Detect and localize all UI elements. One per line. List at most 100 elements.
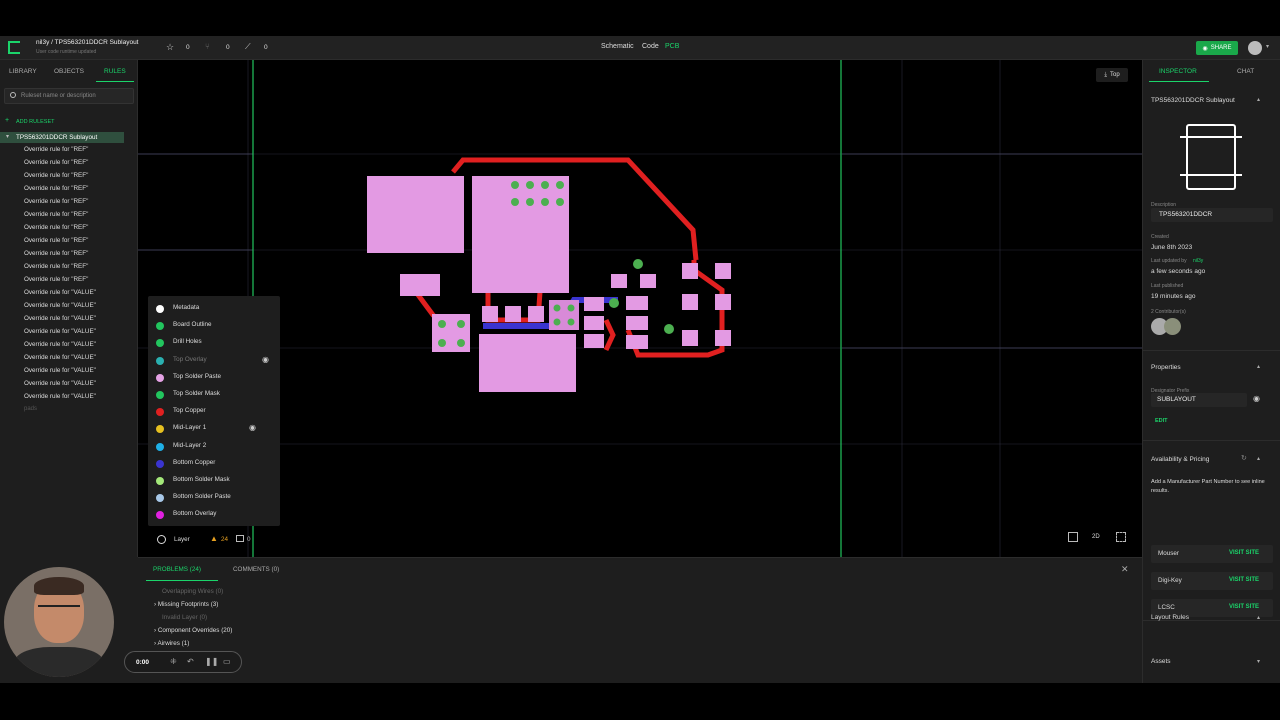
pad-r1-b[interactable] bbox=[715, 263, 731, 279]
pad-small-left[interactable] bbox=[400, 274, 440, 296]
pad-c1-a[interactable] bbox=[682, 330, 698, 346]
layer-row[interactable]: Mid-Layer 1 ◉ bbox=[148, 420, 280, 437]
tab-comments[interactable]: COMMENTS (0) bbox=[233, 566, 279, 573]
mode-2d-button[interactable]: 2D bbox=[1092, 534, 1100, 540]
rule-item[interactable]: Override rule for "REF" bbox=[0, 208, 138, 221]
pad-r2-a[interactable] bbox=[682, 294, 698, 310]
rule-item[interactable]: Override rule for "VALUE" bbox=[0, 377, 138, 390]
rule-item[interactable]: Override rule for "VALUE" bbox=[0, 325, 138, 338]
visit-site-button[interactable]: VISIT SITE bbox=[1229, 577, 1259, 583]
rule-item[interactable]: Override rule for "VALUE" bbox=[0, 351, 138, 364]
rule-item[interactable]: Override rule for "REF" bbox=[0, 143, 138, 156]
trash-icon[interactable]: ▭ bbox=[223, 657, 231, 666]
layer-row[interactable]: Bottom Solder Mask bbox=[148, 472, 280, 489]
tab-rules[interactable]: RULES bbox=[104, 68, 126, 75]
chevron-down-icon[interactable]: ▾ bbox=[6, 133, 9, 140]
rule-item[interactable]: Override rule for "VALUE" bbox=[0, 299, 138, 312]
layer-row[interactable]: Top Solder Paste bbox=[148, 369, 280, 386]
chevron-up-icon[interactable]: ▴ bbox=[1257, 363, 1260, 370]
updated-by-link[interactable]: nil3y bbox=[1193, 258, 1203, 264]
grid-toggle-icon[interactable] bbox=[1068, 532, 1078, 542]
undo-icon[interactable]: ↶ bbox=[187, 657, 194, 666]
pad-p1-small[interactable] bbox=[611, 274, 627, 288]
pcb-svg[interactable] bbox=[138, 60, 1142, 557]
assets-title[interactable]: Assets bbox=[1151, 658, 1171, 665]
layer-circle-icon[interactable] bbox=[157, 535, 166, 544]
rule-item[interactable]: Override rule for "REF" bbox=[0, 195, 138, 208]
layer-row[interactable]: Board Outline bbox=[148, 317, 280, 334]
view-pcb[interactable]: PCB bbox=[665, 43, 679, 50]
rule-item[interactable]: Override rule for "VALUE" bbox=[0, 338, 138, 351]
pad-row-1[interactable] bbox=[482, 306, 498, 322]
share-button[interactable]: ◉ SHARE bbox=[1196, 41, 1238, 55]
visit-site-button[interactable]: VISIT SITE bbox=[1229, 550, 1259, 556]
ruleset-search-input[interactable]: Ruleset name or description bbox=[4, 88, 134, 104]
tab-objects[interactable]: OBJECTS bbox=[54, 68, 84, 75]
pad-r2-b[interactable] bbox=[715, 294, 731, 310]
layer-row[interactable]: Metadata bbox=[148, 300, 280, 317]
contributor-avatar[interactable] bbox=[1164, 318, 1181, 335]
star-icon[interactable]: ☆ bbox=[166, 42, 174, 53]
rule-item[interactable]: Override rule for "VALUE" bbox=[0, 390, 138, 403]
add-ruleset-button[interactable]: ADD RULESET bbox=[16, 119, 55, 125]
pad-r1-a[interactable] bbox=[682, 263, 698, 279]
layer-row[interactable]: Mid-Layer 2 bbox=[148, 438, 280, 455]
problem-category[interactable]: › Airwires (1) bbox=[154, 640, 189, 647]
rule-item[interactable]: Override rule for "REF" bbox=[0, 169, 138, 182]
refresh-icon[interactable]: ↻ bbox=[1241, 454, 1247, 462]
edit-button[interactable]: EDIT bbox=[1155, 418, 1168, 424]
eye-off-icon[interactable]: ◉ bbox=[1253, 394, 1260, 403]
problem-category[interactable]: › Missing Footprints (3) bbox=[154, 601, 218, 608]
pad-en[interactable] bbox=[626, 316, 648, 330]
layout-rules-title[interactable]: Layout Rules bbox=[1151, 614, 1189, 621]
grid-icon[interactable]: ⁜ bbox=[170, 657, 177, 666]
pad-p2-small[interactable] bbox=[640, 274, 656, 288]
pad-vin[interactable] bbox=[479, 334, 576, 392]
pad-vout[interactable] bbox=[367, 176, 464, 253]
chevron-up-icon[interactable]: ▴ bbox=[1257, 455, 1260, 462]
chevron-down-icon[interactable]: ▾ bbox=[1257, 658, 1260, 665]
layer-button[interactable]: Layer bbox=[174, 536, 190, 543]
pad-cluster-mid[interactable] bbox=[549, 300, 579, 330]
tab-problems[interactable]: PROBLEMS (24) bbox=[153, 566, 201, 573]
warning-count[interactable]: 24 bbox=[221, 536, 228, 543]
rule-item[interactable]: Override rule for "VALUE" bbox=[0, 312, 138, 325]
chevron-down-icon[interactable]: ▾ bbox=[1266, 43, 1269, 50]
tab-chat[interactable]: CHAT bbox=[1237, 68, 1254, 75]
pad-row-3[interactable] bbox=[528, 306, 544, 322]
activity-icon[interactable]: ⟋ bbox=[245, 42, 251, 52]
comment-count[interactable]: 0 bbox=[247, 536, 251, 543]
pad-vfb[interactable] bbox=[626, 296, 648, 310]
flux-logo-icon[interactable] bbox=[8, 41, 20, 54]
pad-cluster-left[interactable] bbox=[432, 314, 470, 352]
rule-item[interactable]: Override rule for "REF" bbox=[0, 273, 138, 286]
rule-item[interactable]: Override rule for "REF" bbox=[0, 234, 138, 247]
fullscreen-icon[interactable] bbox=[1116, 532, 1126, 542]
pad-p1[interactable] bbox=[472, 176, 569, 293]
pad-gnd[interactable] bbox=[584, 297, 604, 311]
eye-off-icon[interactable]: ◉ bbox=[249, 423, 256, 432]
chevron-up-icon[interactable]: ▴ bbox=[1257, 614, 1260, 621]
side-toggle[interactable]: ⤓ Top bbox=[1096, 68, 1128, 82]
layer-row[interactable]: Bottom Overlay bbox=[148, 506, 280, 523]
visit-site-button[interactable]: VISIT SITE bbox=[1229, 604, 1259, 610]
rule-item[interactable]: Override rule for "VALUE" bbox=[0, 286, 138, 299]
pad-sw[interactable] bbox=[584, 316, 604, 330]
rule-item[interactable]: Override rule for "REF" bbox=[0, 260, 138, 273]
fork-icon[interactable]: ⑂ bbox=[205, 42, 210, 51]
chevron-up-icon[interactable]: ▴ bbox=[1257, 96, 1260, 103]
breadcrumb[interactable]: nil3y / TPS563201DDCR Sublayout bbox=[36, 39, 139, 46]
layer-row[interactable]: Bottom Solder Paste bbox=[148, 489, 280, 506]
rule-item[interactable]: Override rule for "REF" bbox=[0, 247, 138, 260]
layer-row[interactable]: Bottom Copper bbox=[148, 455, 280, 472]
rule-item[interactable]: Override rule for "VALUE" bbox=[0, 364, 138, 377]
close-icon[interactable]: ✕ bbox=[1121, 564, 1129, 575]
layer-row[interactable]: Top Copper bbox=[148, 403, 280, 420]
tab-inspector[interactable]: INSPECTOR bbox=[1159, 68, 1197, 75]
pause-icon[interactable]: ❚❚ bbox=[205, 657, 218, 666]
layer-row[interactable]: Top Overlay ◉ bbox=[148, 352, 280, 369]
pad-vbst[interactable] bbox=[626, 335, 648, 349]
rule-item[interactable]: Override rule for "REF" bbox=[0, 182, 138, 195]
layer-row[interactable]: Top Solder Mask bbox=[148, 386, 280, 403]
view-schematic[interactable]: Schematic bbox=[601, 43, 634, 50]
